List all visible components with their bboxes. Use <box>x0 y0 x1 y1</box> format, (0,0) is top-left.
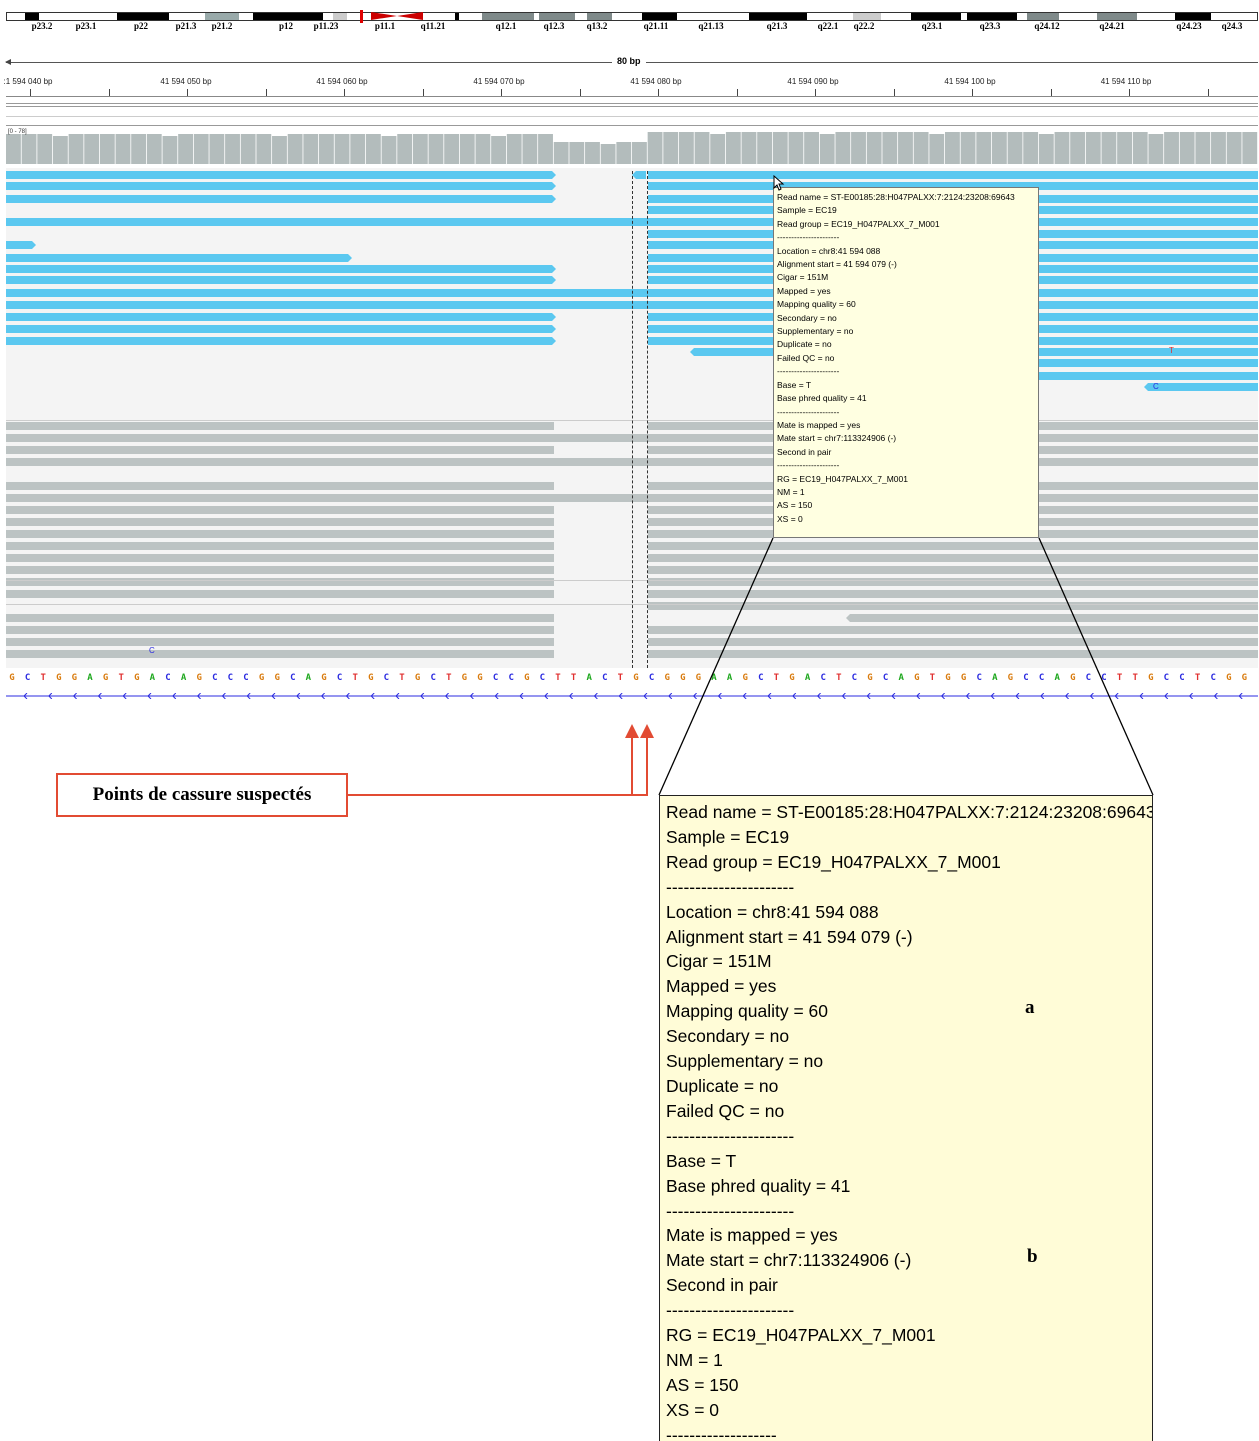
breakpoints-label: Points de cassure suspectés <box>92 784 312 805</box>
tooltip-line: Location = chr8:41 594 088 <box>666 901 879 922</box>
breakpoints-label-box: Points de cassure suspectés <box>56 773 348 817</box>
breakpoint-arrow-right-icon <box>640 724 654 738</box>
tooltip-line: Mate is mapped = yes <box>666 1225 838 1246</box>
tooltip-line: Alignment start = 41 594 079 (-) <box>666 926 913 947</box>
tooltip-line: Mapped = yes <box>666 976 777 997</box>
tooltip-line: Failed QC = no <box>666 1100 785 1121</box>
tooltip-line: Mapping quality = 60 <box>666 1001 828 1022</box>
brace-b-label: b <box>1027 1246 1038 1267</box>
tooltip-line: ---------------------- <box>666 1200 795 1221</box>
tooltip-line: XS = 0 <box>666 1399 720 1420</box>
zoom-line-left <box>658 537 774 796</box>
tooltip-line: Cigar = 151M <box>666 951 772 972</box>
tooltip-line: Mate start = chr7:113324906 (-) <box>666 1250 912 1271</box>
tooltip-line: Supplementary = no <box>666 1051 824 1072</box>
tooltip-line: Second in pair <box>666 1275 778 1296</box>
read-tooltip-zoomed: Read name = ST-E00185:28:H047PALXX:7:212… <box>659 795 1153 1441</box>
tooltip-line: Read group = EC19_H047PALXX_7_M001 <box>666 851 1001 872</box>
tooltip-line: AS = 150 <box>666 1374 739 1395</box>
tooltip-line: ---------------------- <box>666 1300 795 1321</box>
tooltip-line: ---------------------- <box>666 876 795 897</box>
tooltip-line: Read name = ST-E00185:28:H047PALXX:7:212… <box>666 802 1153 822</box>
breakpoint-arrows <box>348 732 648 796</box>
tooltip-line: NM = 1 <box>666 1349 723 1370</box>
tooltip-line: Base phred quality = 41 <box>666 1175 851 1196</box>
breakpoint-arrow-left-icon <box>625 724 639 738</box>
tooltip-line: Duplicate = no <box>666 1075 779 1096</box>
tooltip-line: ------------------- <box>666 1424 777 1441</box>
zoom-line-right <box>1038 537 1154 796</box>
tooltip-line: Secondary = no <box>666 1026 790 1047</box>
tooltip-line: ---------------------- <box>666 1125 795 1146</box>
tooltip-line: RG = EC19_H047PALXX_7_M001 <box>666 1325 936 1346</box>
brace-a-label: a <box>1025 997 1035 1018</box>
tooltip-line: Base = T <box>666 1150 737 1171</box>
tooltip-line: Sample = EC19 <box>666 826 790 847</box>
